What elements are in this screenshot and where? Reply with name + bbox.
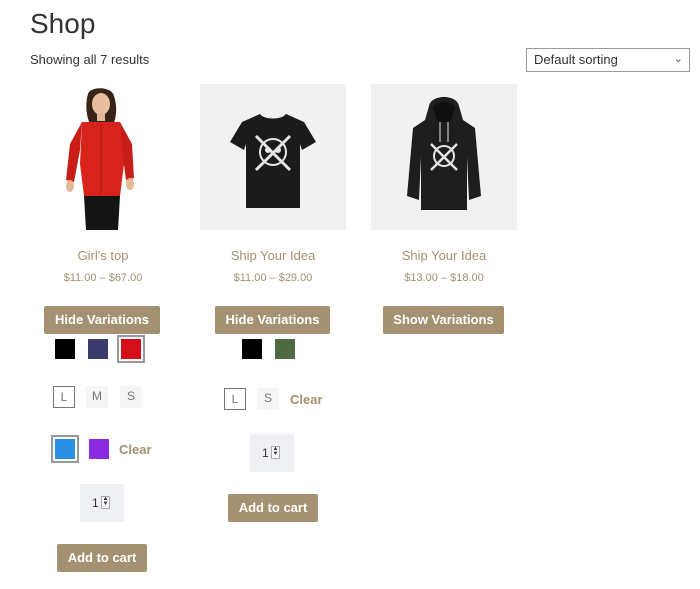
product-price: $11.00 – $29.00 [233,272,313,284]
clear-selection-link[interactable]: Clear [290,392,323,407]
product-image-girls-top[interactable] [30,84,176,230]
size-option-l[interactable]: L [224,388,246,410]
color-swatch-black[interactable] [242,339,262,359]
size-option-l[interactable]: L [53,386,75,408]
clear-selection-link[interactable]: Clear [119,442,152,457]
result-count: Showing all 7 results [30,52,150,67]
color-swatch-purple[interactable] [89,439,109,459]
quantity-value: 1 [262,446,269,460]
show-variations-button[interactable]: Show Variations [383,306,504,334]
product-card-tshirt: Ship Your Idea $11.00 – $29.00 [200,84,346,284]
color-swatch-navy[interactable] [88,339,108,359]
product-name[interactable]: Girl's top [30,248,176,263]
page-title: Shop [30,8,96,39]
quantity-stepper[interactable]: 1 ▲ ▼ [80,484,124,522]
color-swatch-green[interactable] [275,339,295,359]
size-option-m[interactable]: M [86,386,108,408]
product-price: $13.00 – $18.00 [404,272,484,284]
color-swatch-blue[interactable] [51,435,79,463]
sorting-selected-value: Default sorting [534,52,618,67]
product-card-girls-top: Girl's top $11.00 – $67.00 [30,84,176,284]
quantity-value: 1 [92,496,99,510]
sorting-select[interactable]: Default sorting ⌄ [526,48,690,72]
spinner-arrows-icon[interactable]: ▲ ▼ [271,446,280,459]
product-image-tshirt[interactable] [200,84,346,230]
product-image-hoodie[interactable] [371,84,517,230]
black-tshirt-image [230,114,316,208]
product-name[interactable]: Ship Your Idea [200,248,346,263]
chevron-down-icon: ⌄ [673,53,683,65]
color-swatch-black[interactable] [55,339,75,359]
color-swatch-red[interactable] [117,335,145,363]
add-to-cart-button[interactable]: Add to cart [228,494,318,522]
size-option-s[interactable]: S [257,388,279,410]
product-price: $11.00 – $67.00 [63,272,143,284]
product-card-hoodie: Ship Your Idea $13.00 – $18.00 [371,84,517,284]
quantity-stepper[interactable]: 1 ▲ ▼ [250,434,294,472]
black-hoodie-image [407,97,481,210]
hide-variations-button[interactable]: Hide Variations [215,306,330,334]
spinner-arrows-icon[interactable]: ▲ ▼ [101,496,110,509]
add-to-cart-button[interactable]: Add to cart [57,544,147,572]
hide-variations-button[interactable]: Hide Variations [44,306,160,334]
size-option-s[interactable]: S [120,386,142,408]
woman-red-top-image [66,88,134,230]
product-name[interactable]: Ship Your Idea [371,248,517,263]
